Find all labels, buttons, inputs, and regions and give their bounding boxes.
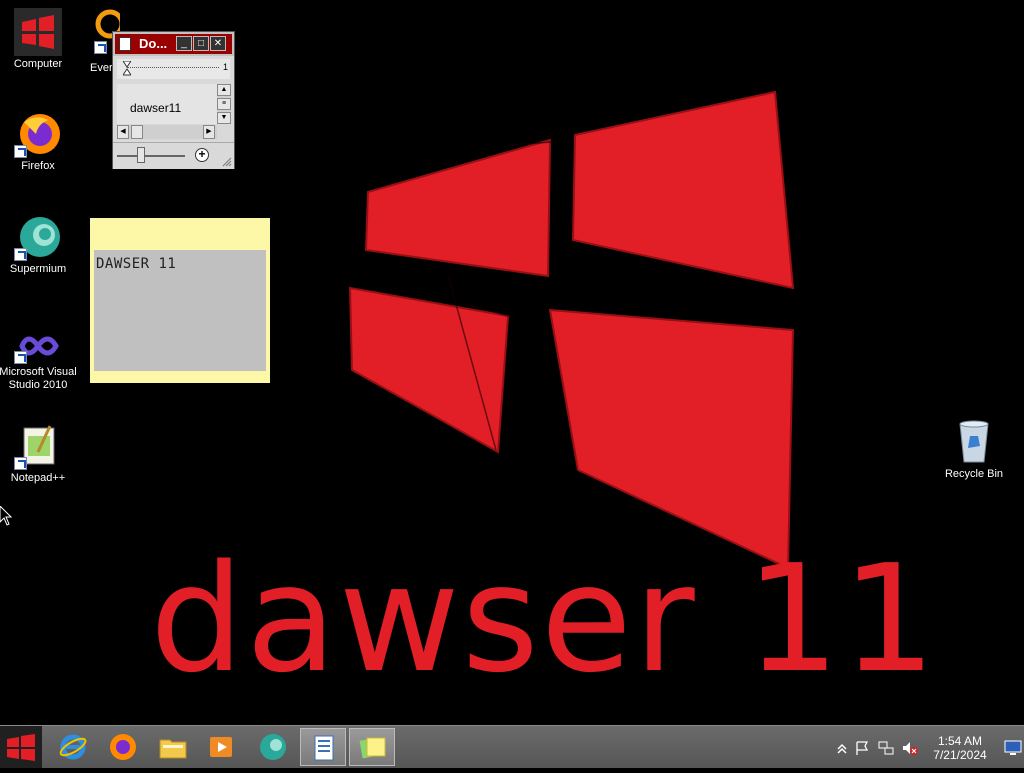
firefox-icon	[14, 110, 62, 158]
scroll-down-button[interactable]: ▼	[217, 112, 231, 124]
sticky-notes-icon	[359, 737, 386, 759]
flag-icon[interactable]	[854, 740, 870, 756]
scroll-up-button[interactable]: ▲	[217, 84, 231, 96]
zoom-slider-thumb[interactable]	[137, 147, 145, 163]
supermium-icon	[14, 213, 62, 261]
taskbar-item-internet-explorer[interactable]	[50, 728, 96, 766]
desktop-icon-label: Supermium	[9, 263, 67, 275]
ruler[interactable]: 1	[117, 59, 230, 79]
ruler-number: 1	[222, 62, 228, 72]
mouse-cursor-icon	[0, 506, 12, 526]
desktop-icon-computer[interactable]: Computer	[0, 8, 80, 71]
show-desktop-icon[interactable]	[1004, 738, 1022, 756]
notepadpp-icon	[14, 422, 62, 470]
visual-studio-icon	[14, 328, 62, 364]
wallpaper-brand-text: dawser 11	[150, 533, 939, 705]
desktop-icon-label: Computer	[13, 58, 63, 70]
media-player-icon	[210, 737, 232, 757]
taskbar: 1:54 AM 7/21/2024	[0, 725, 1024, 768]
taskbar-item-wordpad[interactable]	[300, 728, 346, 766]
horizontal-scrollbar[interactable]: ◀ ▶	[117, 125, 217, 139]
sticky-note-body[interactable]: DAWSER 11	[94, 250, 266, 371]
taskbar-item-sticky-notes[interactable]	[349, 728, 395, 766]
volume-muted-icon[interactable]	[902, 740, 918, 756]
chevron-up-icon[interactable]	[834, 740, 850, 756]
ruler-ticks	[127, 67, 219, 68]
desktop[interactable]: dawser 11 Computer Ever Firefox Supermiu…	[0, 0, 1024, 725]
desktop-icon-label: Microsoft Visual Studio 2010	[0, 366, 77, 391]
close-button[interactable]: ✕	[210, 36, 226, 51]
window-title: Do...	[139, 36, 168, 51]
network-icon[interactable]	[878, 740, 894, 756]
shortcut-arrow-icon	[14, 145, 27, 158]
desktop-icon-label: Recycle Bin	[944, 468, 1004, 480]
document-icon	[119, 37, 131, 51]
status-bar: +	[113, 142, 234, 169]
sticky-note[interactable]: DAWSER 11	[90, 218, 270, 383]
system-tray: 1:54 AM 7/21/2024	[830, 730, 1024, 766]
scroll-thumb[interactable]: ≡	[217, 98, 231, 110]
shortcut-arrow-icon	[14, 457, 27, 470]
hscroll-thumb[interactable]	[131, 125, 143, 139]
desktop-icon-notepadpp[interactable]: Notepad++	[0, 422, 80, 485]
maximize-button[interactable]: □	[193, 36, 209, 51]
taskbar-item-supermium[interactable]	[250, 728, 296, 766]
scroll-left-button[interactable]: ◀	[117, 125, 129, 139]
shortcut-arrow-icon	[14, 351, 27, 364]
folder-icon	[159, 739, 187, 759]
shortcut-arrow-icon	[94, 41, 107, 54]
vertical-scrollbar[interactable]: ▲ ≡ ▼	[217, 84, 231, 124]
desktop-icon-visual-studio[interactable]: Microsoft Visual Studio 2010	[0, 328, 80, 392]
zoom-slider-track[interactable]	[117, 155, 185, 157]
clock-time: 1:54 AM	[937, 734, 983, 748]
taskbar-item-file-explorer[interactable]	[150, 728, 196, 766]
desktop-icon-label: Firefox	[21, 160, 55, 172]
internet-explorer-icon	[59, 734, 87, 760]
desktop-icon-recycle-bin[interactable]: Recycle Bin	[932, 418, 1016, 481]
windows-logo-icon	[7, 734, 35, 761]
sticky-note-text: DAWSER 11	[96, 256, 177, 272]
firefox-icon	[110, 734, 136, 760]
document-text-area[interactable]: dawser11	[117, 84, 217, 124]
minimize-button[interactable]: _	[176, 36, 192, 51]
clock-date: 7/21/2024	[933, 748, 987, 762]
resize-grip-icon[interactable]	[222, 157, 232, 167]
taskbar-item-media-player[interactable]	[198, 728, 244, 766]
shortcut-arrow-icon	[14, 248, 27, 261]
start-button[interactable]	[0, 726, 42, 768]
wordpad-icon	[314, 735, 334, 761]
desktop-icon-label: Notepad++	[10, 472, 66, 484]
indent-marker-icon[interactable]	[123, 61, 131, 77]
document-content: dawser11	[130, 101, 182, 115]
windows-logo-icon	[14, 8, 62, 56]
recycle-bin-icon	[950, 418, 998, 466]
window-titlebar[interactable]: Do... _ □ ✕	[113, 32, 234, 56]
scroll-right-button[interactable]: ▶	[203, 125, 215, 139]
taskbar-item-firefox[interactable]	[100, 728, 146, 766]
document-window[interactable]: Do... _ □ ✕ 1 dawser11 ▲ ≡ ▼ ◀ ▶ +	[112, 31, 235, 169]
supermium-icon	[260, 734, 286, 760]
desktop-icon-supermium[interactable]: Supermium	[0, 213, 80, 276]
desktop-icon-firefox[interactable]: Firefox	[0, 110, 80, 173]
desktop-icon-label: Ever	[90, 62, 113, 74]
zoom-in-icon[interactable]: +	[195, 148, 209, 162]
clock[interactable]: 1:54 AM 7/21/2024	[922, 734, 998, 762]
